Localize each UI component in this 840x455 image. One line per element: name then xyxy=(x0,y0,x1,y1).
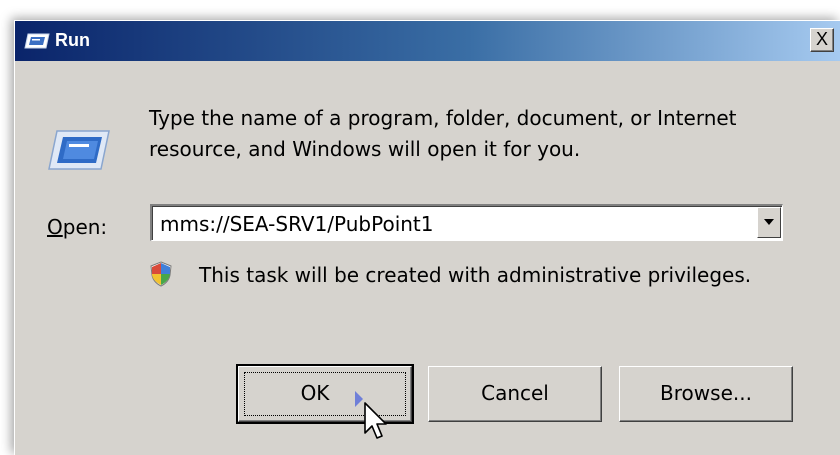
run-dialog: Run X Type the name of a program, folder… xyxy=(14,20,840,455)
window-title: Run xyxy=(55,30,90,50)
open-label: Open: xyxy=(47,215,107,239)
ok-button-label: OK xyxy=(300,381,330,405)
open-label-text: pen: xyxy=(62,215,108,239)
dropdown-arrow-button[interactable] xyxy=(757,207,781,238)
cancel-button[interactable]: Cancel xyxy=(428,366,602,422)
uac-shield-icon xyxy=(150,261,172,287)
browse-button-label: Browse... xyxy=(660,381,752,405)
admin-privileges-note: This task will be created with administr… xyxy=(199,263,752,287)
open-combobox[interactable]: mms://SEA-SRV1/PubPoint1 xyxy=(150,204,783,241)
instructions-text: Type the name of a program, folder, docu… xyxy=(149,106,737,161)
cancel-button-label: Cancel xyxy=(481,381,549,405)
run-icon xyxy=(24,33,50,49)
mouse-pointer-icon xyxy=(355,391,387,439)
run-icon xyxy=(48,130,110,170)
browse-button[interactable]: Browse... xyxy=(619,366,793,422)
title-bar[interactable]: Run X xyxy=(15,21,840,61)
open-label-accelerator: O xyxy=(47,215,63,239)
close-button[interactable]: X xyxy=(810,28,834,52)
open-input[interactable]: mms://SEA-SRV1/PubPoint1 xyxy=(160,212,434,236)
